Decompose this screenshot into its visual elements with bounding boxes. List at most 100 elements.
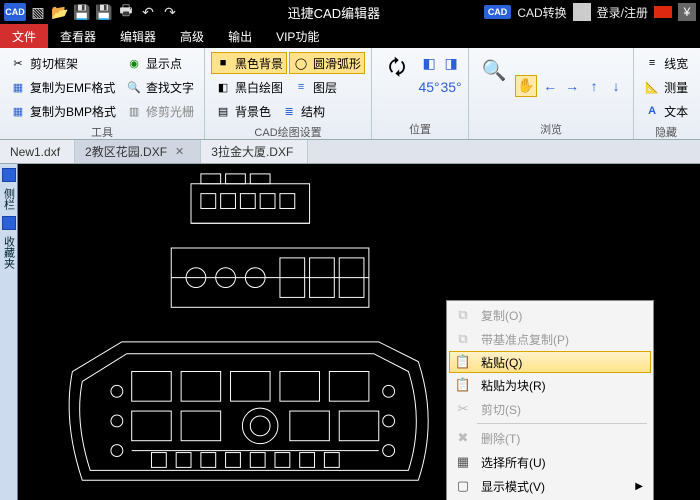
black-bg-icon: ■ [215, 55, 231, 71]
context-menu: ⧉复制(O) ⧉带基准点复制(P) 📋粘贴(Q) 📋粘贴为块(R) ✂剪切(S)… [446, 300, 654, 500]
ribbon-group-browse: 🔍 ✋ ← → ↑ ↓ 浏览 [469, 48, 634, 139]
smooth-arc-button[interactable]: ◯圆滑弧形 [289, 52, 365, 74]
text-icon: A [644, 103, 660, 119]
menu-tabs: 文件 查看器 编辑器 高级 输出 VIP功能 [0, 24, 700, 48]
bw-draw-button[interactable]: ◧黑白绘图 [211, 76, 287, 98]
measure-button[interactable]: 📐测量 [640, 76, 692, 98]
black-bg-button[interactable]: ■黑色背景 [211, 52, 287, 74]
cad-badge-icon: CAD [484, 5, 512, 19]
doc-tab-2[interactable]: 3拉金大厦.DXF [201, 140, 308, 163]
undo-icon[interactable]: ↶ [138, 2, 158, 22]
structure-button[interactable]: ≣结构 [277, 100, 329, 122]
find-text-button[interactable]: 🔍查找文字 [122, 76, 198, 98]
pos-btn-1[interactable]: ◧ [418, 52, 440, 74]
ribbon: ✂剪切框架 ▦复制为EMF格式 ▦复制为BMP格式 ◉显示点 🔍查找文字 ▥修剪… [0, 48, 700, 140]
ctx-paste-block[interactable]: 📋粘贴为块(R) [449, 373, 651, 397]
tab-editor[interactable]: 编辑器 [108, 24, 168, 48]
layers-icon: ≡ [293, 79, 309, 95]
rotate-button[interactable]: 🗘 [378, 52, 416, 119]
flag-icon[interactable] [654, 6, 672, 18]
copy-icon: ⧉ [453, 307, 473, 323]
redo-icon[interactable]: ↷ [160, 2, 180, 22]
paste-icon: 📋 [453, 354, 473, 370]
ctx-select-all[interactable]: ▦选择所有(U) [449, 450, 651, 474]
bmp-icon: ▦ [10, 103, 26, 119]
group-label-cad: CAD绘图设置 [211, 122, 365, 140]
tab-advanced[interactable]: 高级 [168, 24, 216, 48]
pos-btn-2[interactable]: ◨ [440, 52, 462, 74]
nav-down-icon[interactable]: ↓ [605, 75, 627, 97]
group-label-browse: 浏览 [475, 119, 627, 137]
copy-emf-button[interactable]: ▦复制为EMF格式 [6, 76, 120, 98]
bg-color-button[interactable]: ▤背景色 [211, 100, 275, 122]
pan-icon[interactable]: ✋ [515, 75, 537, 97]
close-tab-icon[interactable]: ✕ [173, 145, 186, 158]
ctx-paste[interactable]: 📋粘贴(Q) [449, 351, 651, 373]
ctx-copy: ⧉复制(O) [449, 303, 651, 327]
tab-file[interactable]: 文件 [0, 24, 48, 48]
magnify-icon: 🔍 [478, 54, 510, 86]
cut-icon: ✂ [453, 401, 473, 417]
open-icon[interactable]: 📂 [50, 2, 70, 22]
ruler-icon: 📐 [644, 79, 660, 95]
workspace: 侧栏 收藏夹 [0, 164, 700, 500]
pos-btn-4[interactable]: 35° [440, 76, 462, 98]
bgcolor-icon: ▤ [215, 103, 231, 119]
drawing-canvas[interactable]: ⧉复制(O) ⧉带基准点复制(P) 📋粘贴(Q) 📋粘贴为块(R) ✂剪切(S)… [18, 164, 700, 500]
new-icon[interactable]: ▧ [28, 2, 48, 22]
copy-bmp-button[interactable]: ▦复制为BMP格式 [6, 100, 120, 122]
search-icon: 🔍 [126, 79, 142, 95]
pos-btn-3[interactable]: 45° [418, 76, 440, 98]
doc-tab-0[interactable]: New1.dxf [0, 140, 75, 163]
trim-icon: ▥ [126, 103, 142, 119]
document-tabs: New1.dxf 2教区花园.DXF✕ 3拉金大厦.DXF [0, 140, 700, 164]
nav-left-icon[interactable]: ← [539, 75, 561, 97]
quick-access-toolbar: CAD ▧ 📂 💾 💾 🖶 ↶ ↷ [0, 2, 184, 22]
submenu-arrow-icon: ▶ [635, 481, 643, 492]
side-panel: 侧栏 收藏夹 [0, 164, 18, 500]
side-icon-1[interactable] [2, 168, 16, 182]
nav-right-icon[interactable]: → [561, 75, 583, 97]
trim-raster-button[interactable]: ▥修剪光栅 [122, 100, 198, 122]
select-all-icon: ▦ [453, 454, 473, 470]
structure-icon: ≣ [281, 103, 297, 119]
crop-frame-button[interactable]: ✂剪切框架 [6, 52, 120, 74]
linewidth-button[interactable]: ≡线宽 [640, 52, 692, 74]
nav-up-icon[interactable]: ↑ [583, 75, 605, 97]
layers-button[interactable]: ≡图层 [289, 76, 341, 98]
points-icon: ◉ [126, 55, 142, 71]
doc-tab-1[interactable]: 2教区花园.DXF✕ [75, 140, 201, 163]
copy-base-icon: ⧉ [453, 331, 473, 347]
save-icon[interactable]: 💾 [72, 2, 92, 22]
delete-icon: ✖ [453, 430, 473, 446]
currency-icon[interactable]: ¥ [678, 3, 696, 21]
display-mode-icon: ▢ [453, 478, 473, 494]
ctx-display-mode[interactable]: ▢显示模式(V)▶ [449, 474, 651, 498]
saveall-icon[interactable]: 💾 [94, 2, 114, 22]
cad-convert-button[interactable]: CAD转换 [517, 4, 566, 21]
browse-zoom-button[interactable]: 🔍 [475, 52, 513, 119]
text-button[interactable]: A文本 [640, 100, 692, 122]
group-label-hidden: 隐藏 [640, 122, 692, 140]
ribbon-group-cad-settings: ■黑色背景 ◯圆滑弧形 ◧黑白绘图 ≡图层 ▤背景色 ≣结构 CAD绘图设置 [205, 48, 372, 139]
login-button[interactable]: 登录/注册 [597, 4, 648, 21]
side-tab-2[interactable]: 收藏夹 [1, 236, 17, 269]
user-icon[interactable] [573, 3, 591, 21]
titlebar-right: CAD CAD转换 登录/注册 ¥ [484, 3, 700, 21]
ctx-delete: ✖删除(T) [449, 426, 651, 450]
print-icon[interactable]: 🖶 [116, 2, 136, 22]
ctx-cut: ✂剪切(S) [449, 397, 651, 421]
group-label-tools: 工具 [6, 122, 198, 140]
side-icon-2[interactable] [2, 216, 16, 230]
linewidth-icon: ≡ [644, 55, 660, 71]
arc-icon: ◯ [293, 55, 309, 71]
app-logo-icon[interactable]: CAD [4, 3, 26, 21]
ctx-copy-base: ⧉带基准点复制(P) [449, 327, 651, 351]
rotate-icon: 🗘 [381, 54, 413, 86]
show-points-button[interactable]: ◉显示点 [122, 52, 198, 74]
ribbon-group-position: 🗘 ◧◨ 45°35° 位置 [372, 48, 469, 139]
side-tab-1[interactable]: 侧栏 [1, 188, 17, 210]
tab-vip[interactable]: VIP功能 [264, 24, 331, 48]
tab-output[interactable]: 输出 [216, 24, 264, 48]
tab-viewer[interactable]: 查看器 [48, 24, 108, 48]
